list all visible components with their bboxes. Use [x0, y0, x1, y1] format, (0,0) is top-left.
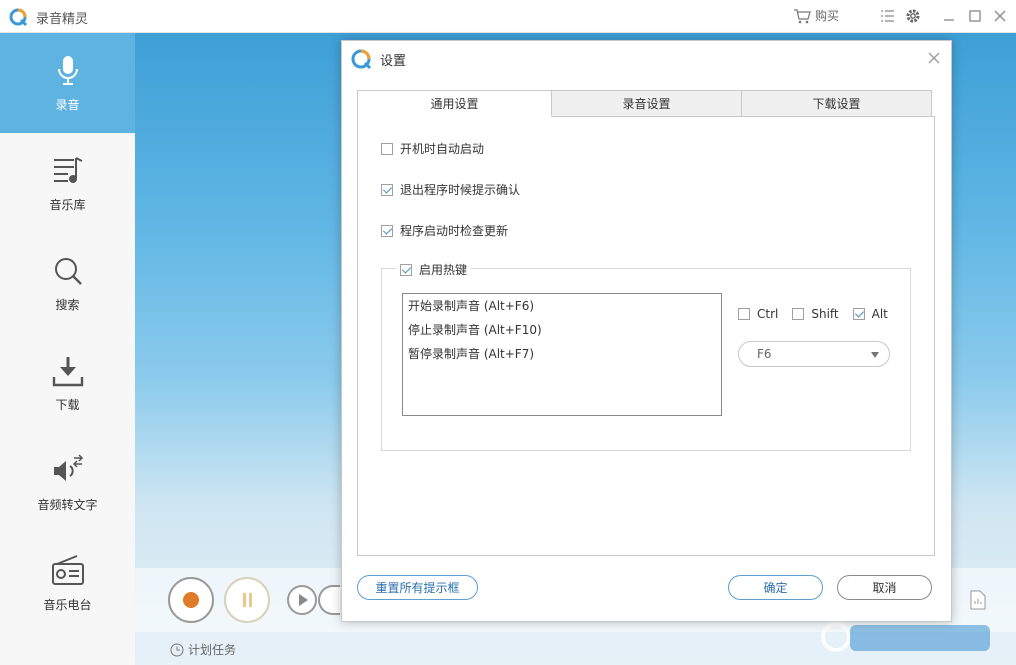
dialog-close-icon[interactable] — [925, 49, 943, 67]
settings-tabs: 通用设置 录音设置 下载设置 — [357, 90, 933, 117]
ok-button[interactable]: 确定 — [728, 575, 823, 600]
list-item[interactable]: 开始录制声音 (Alt+F6) — [408, 298, 716, 322]
tab-label: 下载设置 — [812, 97, 861, 111]
list-item[interactable]: 暂停录制声音 (Alt+F7) — [408, 346, 716, 370]
sidebar-item-download[interactable]: 下载 — [0, 333, 135, 433]
sidebar-item-label: 音乐库 — [49, 197, 86, 212]
tab-general[interactable]: 通用设置 — [357, 90, 552, 117]
search-icon — [54, 257, 82, 285]
tab-label: 录音设置 — [622, 97, 671, 111]
shift-checkbox[interactable] — [792, 308, 805, 320]
buy-button[interactable]: 购买 — [793, 7, 839, 24]
check-update-option[interactable]: 程序启动时检查更新 — [381, 222, 508, 239]
minimize-icon[interactable] — [941, 8, 957, 24]
tab-record[interactable]: 录音设置 — [551, 90, 742, 117]
cart-icon — [794, 8, 811, 23]
sidebar-item-label: 搜索 — [55, 297, 80, 312]
key-select[interactable]: F6 — [738, 341, 890, 367]
app-title: 录音精灵 — [36, 12, 89, 27]
maximize-icon[interactable] — [967, 8, 983, 24]
sidebar-item-label: 下载 — [55, 397, 80, 412]
pause-button[interactable] — [224, 577, 270, 623]
microphone-icon — [57, 55, 78, 85]
ctrl-label: Ctrl — [757, 307, 779, 321]
plan-task-label: 计划任务 — [188, 643, 237, 657]
next-button[interactable] — [318, 585, 340, 615]
music-list-icon — [53, 156, 82, 183]
sidebar: 录音 音乐库 搜索 下载 音频转文字 音乐电台 — [0, 33, 135, 665]
key-select-value: F6 — [757, 347, 772, 361]
general-settings-panel: 开机时自动启动 退出程序时候提示确认 程序启动时检查更新 启用热键 开始录制声音… — [357, 116, 935, 556]
sidebar-item-label: 音频转文字 — [37, 497, 98, 512]
file-icon[interactable] — [969, 590, 987, 610]
ctrl-option[interactable]: Ctrl — [738, 307, 778, 321]
modifier-keys: Ctrl Shift Alt — [738, 307, 888, 321]
reset-prompts-button[interactable]: 重置所有提示框 — [357, 575, 478, 600]
title-bar: 录音精灵 购买 — [0, 0, 1016, 33]
enable-hotkey-option[interactable]: 启用热键 — [396, 261, 472, 278]
close-icon[interactable] — [992, 8, 1008, 24]
record-button[interactable] — [168, 577, 214, 623]
sidebar-item-search[interactable]: 搜索 — [0, 233, 135, 333]
auto-start-checkbox[interactable] — [381, 142, 393, 155]
gear-icon[interactable] — [905, 8, 921, 24]
confirm-exit-checkbox[interactable] — [381, 183, 393, 196]
alt-label: Alt — [871, 307, 888, 321]
alt-checkbox[interactable] — [852, 308, 865, 320]
button-label: 重置所有提示框 — [375, 581, 460, 595]
menu-list-icon[interactable] — [879, 8, 895, 24]
auto-start-label: 开机时自动启动 — [400, 142, 485, 156]
plan-task-button[interactable]: 计划任务 — [170, 641, 236, 658]
dialog-logo-icon — [351, 49, 372, 70]
confirm-exit-label: 退出程序时候提示确认 — [400, 183, 521, 197]
settings-dialog: 设置 通用设置 录音设置 下载设置 开机时自动启动 退出程序时候提示确认 程序启… — [341, 40, 952, 622]
tab-download[interactable]: 下载设置 — [741, 90, 932, 117]
buy-label: 购买 — [815, 9, 840, 23]
auto-start-option[interactable]: 开机时自动启动 — [381, 140, 484, 157]
button-label: 取消 — [872, 581, 897, 595]
dialog-title: 设置 — [380, 54, 407, 69]
check-update-label: 程序启动时检查更新 — [400, 224, 509, 238]
list-item[interactable]: 停止录制声音 (Alt+F10) — [408, 322, 716, 346]
speaker-convert-icon — [53, 453, 83, 481]
tab-label: 通用设置 — [430, 97, 479, 111]
enable-hotkey-checkbox[interactable] — [400, 263, 412, 276]
confirm-exit-option[interactable]: 退出程序时候提示确认 — [381, 181, 520, 198]
sidebar-item-label: 音乐电台 — [43, 597, 92, 612]
ctrl-checkbox[interactable] — [738, 308, 750, 320]
clock-icon — [170, 643, 184, 656]
cancel-button[interactable]: 取消 — [837, 575, 932, 600]
sidebar-item-music-library[interactable]: 音乐库 — [0, 133, 135, 233]
app-logo-icon — [9, 8, 28, 27]
hotkey-group: 启用热键 开始录制声音 (Alt+F6) 停止录制声音 (Alt+F10) 暂停… — [381, 261, 911, 451]
enable-hotkey-label: 启用热键 — [419, 263, 468, 277]
sidebar-item-record[interactable]: 录音 — [0, 33, 135, 133]
hotkey-list[interactable]: 开始录制声音 (Alt+F6) 停止录制声音 (Alt+F10) 暂停录制声音 … — [402, 293, 722, 416]
alt-option[interactable]: Alt — [852, 307, 888, 321]
download-icon — [52, 356, 83, 386]
shift-option[interactable]: Shift — [792, 307, 839, 321]
sidebar-item-label: 录音 — [55, 97, 80, 112]
watermark-logo — [821, 622, 990, 652]
shift-label: Shift — [811, 307, 839, 321]
chevron-down-icon — [871, 352, 879, 358]
sidebar-item-audio-to-text[interactable]: 音频转文字 — [0, 433, 135, 533]
sidebar-item-radio[interactable]: 音乐电台 — [0, 533, 135, 633]
radio-icon — [51, 554, 84, 585]
button-label: 确定 — [763, 581, 788, 595]
check-update-checkbox[interactable] — [381, 224, 393, 237]
play-button[interactable] — [287, 585, 317, 615]
